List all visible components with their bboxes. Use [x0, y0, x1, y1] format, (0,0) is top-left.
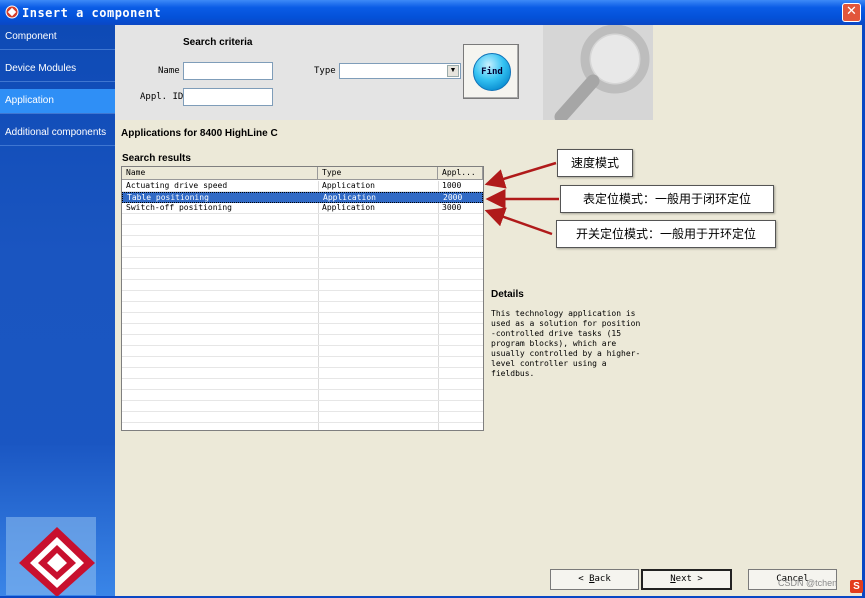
next-arrow-icon: > [691, 574, 703, 584]
arrow-to-row-3 [484, 207, 553, 236]
next-label: ext [675, 574, 692, 584]
annotation-speed-mode: 速度模式 [557, 149, 633, 177]
back-button[interactable]: < Back [550, 569, 639, 590]
annotation-table-positioning: 表定位模式：一般用于闭环定位 [560, 185, 774, 213]
next-button[interactable]: Next > [641, 569, 732, 590]
back-arrow-icon: < [578, 574, 590, 584]
annotation-switch-off-positioning: 开关定位模式：一般用于开环定位 [556, 220, 776, 248]
csdn-logo-icon: S [850, 580, 863, 593]
watermark: CSDN @tchen [778, 578, 838, 588]
annotation-arrows [484, 161, 559, 236]
back-label: ack [594, 574, 611, 584]
arrow-to-row-1 [484, 161, 557, 189]
